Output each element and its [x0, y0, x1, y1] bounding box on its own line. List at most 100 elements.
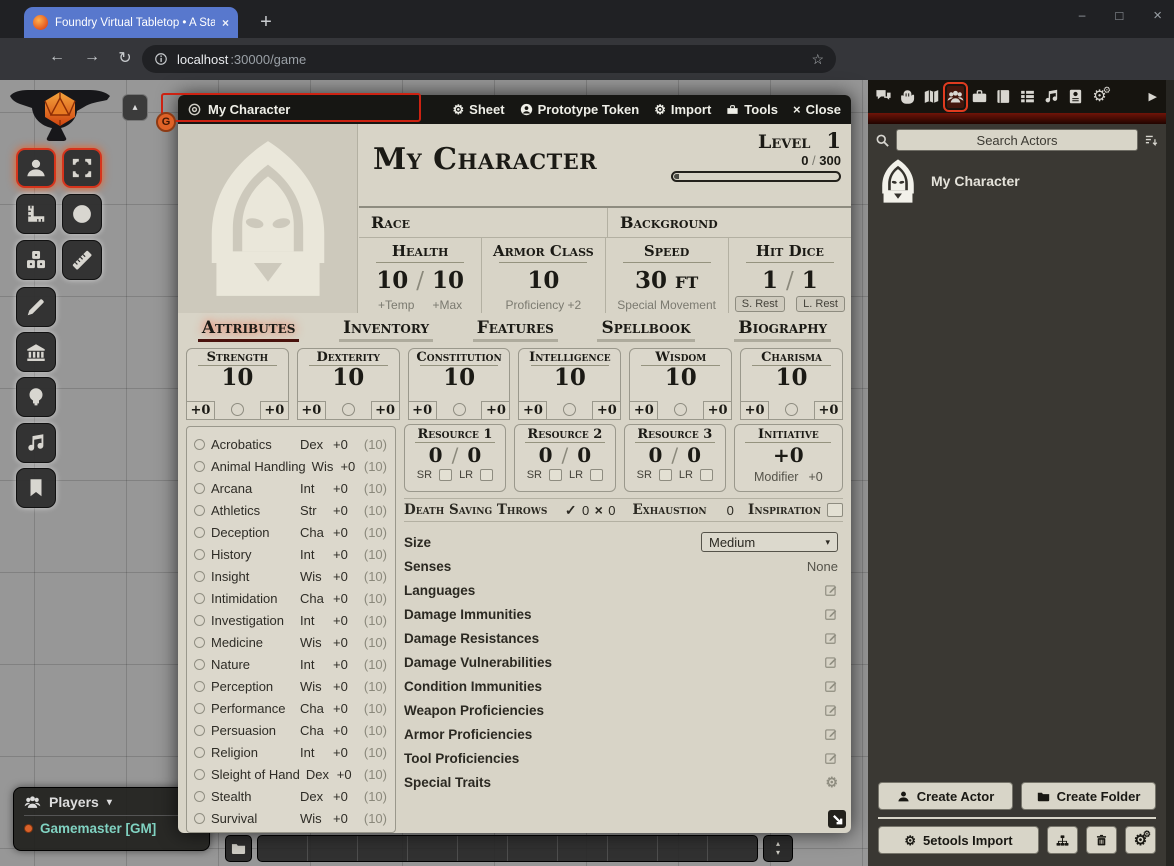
skill-name[interactable]: Perception — [211, 679, 294, 694]
ability-score[interactable]: 10 — [741, 366, 842, 390]
exhaustion-value[interactable]: 0 — [721, 503, 739, 518]
players-header[interactable]: Players ▾ — [24, 794, 199, 810]
ability-proficiency-toggle[interactable] — [342, 403, 355, 416]
resize-handle[interactable] — [828, 810, 846, 828]
skill-name[interactable]: Stealth — [211, 789, 294, 804]
tools-button[interactable]: Tools — [726, 102, 778, 117]
hp-temp-label[interactable]: +Temp — [378, 298, 414, 312]
skill-row[interactable]: Animal Handling Wis +0 (10) — [194, 455, 387, 477]
skill-row[interactable]: Perception Wis +0 (10) — [194, 675, 387, 697]
skill-row[interactable]: Investigation Int +0 (10) — [194, 609, 387, 631]
background-field[interactable]: Background — [608, 208, 851, 237]
skill-proficiency-toggle[interactable] — [194, 615, 205, 626]
sr-checkbox[interactable] — [439, 469, 452, 481]
new-tab-button[interactable]: + — [252, 8, 280, 36]
skill-row[interactable]: Intimidation Cha +0 (10) — [194, 587, 387, 609]
ability-save-mod[interactable]: +0 — [186, 401, 215, 420]
lr-checkbox[interactable] — [700, 469, 713, 481]
skill-proficiency-toggle[interactable] — [194, 483, 205, 494]
resource-max[interactable]: 0 — [687, 443, 701, 467]
actor-name[interactable]: My Character — [931, 173, 1020, 189]
prototype-token-button[interactable]: Prototype Token — [520, 102, 640, 117]
level-value[interactable]: 1 — [826, 128, 841, 153]
resource-value[interactable]: 0 — [429, 443, 443, 467]
skill-row[interactable]: Survival Wis +0 (10) — [194, 807, 387, 829]
skill-proficiency-toggle[interactable] — [194, 571, 205, 582]
skill-name[interactable]: Religion — [211, 745, 294, 760]
skill-row[interactable]: Medicine Wis +0 (10) — [194, 631, 387, 653]
macro-slot[interactable] — [458, 836, 508, 861]
skill-proficiency-toggle[interactable] — [194, 461, 205, 472]
edit-icon[interactable] — [824, 679, 838, 693]
race-field[interactable]: Race — [359, 208, 608, 237]
edit-icon[interactable] — [824, 751, 838, 765]
page-down-icon[interactable]: ▾ — [776, 849, 780, 858]
skill-name[interactable]: Persuasion — [211, 723, 294, 738]
skill-proficiency-toggle[interactable] — [194, 769, 205, 780]
macro-slot[interactable] — [558, 836, 608, 861]
macro-slot[interactable] — [258, 836, 308, 861]
skill-row[interactable]: Nature Int +0 (10) — [194, 653, 387, 675]
skill-name[interactable]: Sleight of Hand — [211, 767, 300, 782]
skill-name[interactable]: Deception — [211, 525, 294, 540]
ability-score[interactable]: 10 — [630, 366, 731, 390]
import-button[interactable]: ⚙ Import — [654, 102, 711, 117]
delete-button[interactable] — [1086, 826, 1117, 854]
lr-checkbox[interactable] — [590, 469, 603, 481]
skill-row[interactable]: Performance Cha +0 (10) — [194, 697, 387, 719]
ability-proficiency-toggle[interactable] — [785, 403, 798, 416]
scene-nav-toggle[interactable]: ▴ — [122, 94, 148, 121]
ability-save-mod[interactable]: +0 — [408, 401, 437, 420]
skill-proficiency-toggle[interactable] — [194, 681, 205, 692]
inspiration-checkbox[interactable] — [827, 503, 843, 517]
background-input[interactable] — [726, 215, 851, 230]
tab-chat[interactable] — [875, 86, 892, 108]
skill-row[interactable]: Religion Int +0 (10) — [194, 741, 387, 763]
bookmark-star-icon[interactable]: ☆ — [811, 51, 824, 68]
ability-score[interactable]: 10 — [298, 366, 399, 390]
skill-row[interactable]: Acrobatics Dex +0 (10) — [194, 433, 387, 455]
macro-slot[interactable] — [358, 836, 408, 861]
ability-check-mod[interactable]: +0 — [592, 401, 621, 420]
ability-save-mod[interactable]: +0 — [629, 401, 658, 420]
character-portrait[interactable] — [178, 124, 358, 313]
skill-row[interactable]: Stealth Dex +0 (10) — [194, 785, 387, 807]
configure-button[interactable]: ⚙ ⚙ — [1125, 826, 1156, 854]
game-canvas[interactable]: ▴ — [0, 80, 1174, 866]
ability-check-mod[interactable]: +0 — [260, 401, 289, 420]
sr-checkbox[interactable] — [659, 469, 672, 481]
skill-row[interactable]: Persuasion Cha +0 (10) — [194, 719, 387, 741]
tab-items[interactable] — [971, 86, 988, 108]
skill-proficiency-toggle[interactable] — [194, 791, 205, 802]
ability-check-mod[interactable]: +0 — [814, 401, 843, 420]
sheet-tab[interactable]: Biography — [734, 317, 831, 342]
hit-dice-max[interactable]: 1 — [802, 267, 818, 294]
skill-row[interactable]: Athletics Str +0 (10) — [194, 499, 387, 521]
actor-entry[interactable]: My Character — [868, 156, 1166, 206]
edit-icon[interactable] — [824, 655, 838, 669]
skill-row[interactable]: Deception Cha +0 (10) — [194, 521, 387, 543]
info-icon[interactable] — [154, 52, 168, 66]
short-rest-button[interactable]: S. Rest — [735, 296, 785, 312]
back-icon[interactable]: ← — [45, 48, 69, 66]
hp-tempmax-label[interactable]: +Max — [433, 298, 463, 312]
skill-proficiency-toggle[interactable] — [194, 439, 205, 450]
skill-proficiency-toggle[interactable] — [194, 747, 205, 758]
5etools-import-button[interactable]: ⚙ 5etools Import — [878, 826, 1039, 854]
initiative-value[interactable]: +0 — [773, 443, 804, 467]
resource-value[interactable]: 0 — [649, 443, 663, 467]
tab-close-icon[interactable]: × — [222, 16, 229, 30]
hit-dice-current[interactable]: 1 — [762, 267, 778, 294]
browser-tab[interactable]: Foundry Virtual Tabletop • A Stan × — [24, 7, 238, 38]
resource-title[interactable]: Resource 2 — [515, 427, 615, 443]
measure-distance-button[interactable] — [62, 240, 102, 280]
sound-controls-button[interactable] — [16, 423, 56, 463]
senses-value[interactable]: None — [807, 559, 838, 574]
macro-slot[interactable] — [658, 836, 708, 861]
skill-name[interactable]: Intimidation — [211, 591, 294, 606]
ability-proficiency-toggle[interactable] — [453, 403, 466, 416]
ability-check-mod[interactable]: +0 — [371, 401, 400, 420]
resource-max[interactable]: 0 — [577, 443, 591, 467]
sheet-config-button[interactable]: ⚙ Sheet — [453, 102, 505, 117]
macro-slot[interactable] — [608, 836, 658, 861]
